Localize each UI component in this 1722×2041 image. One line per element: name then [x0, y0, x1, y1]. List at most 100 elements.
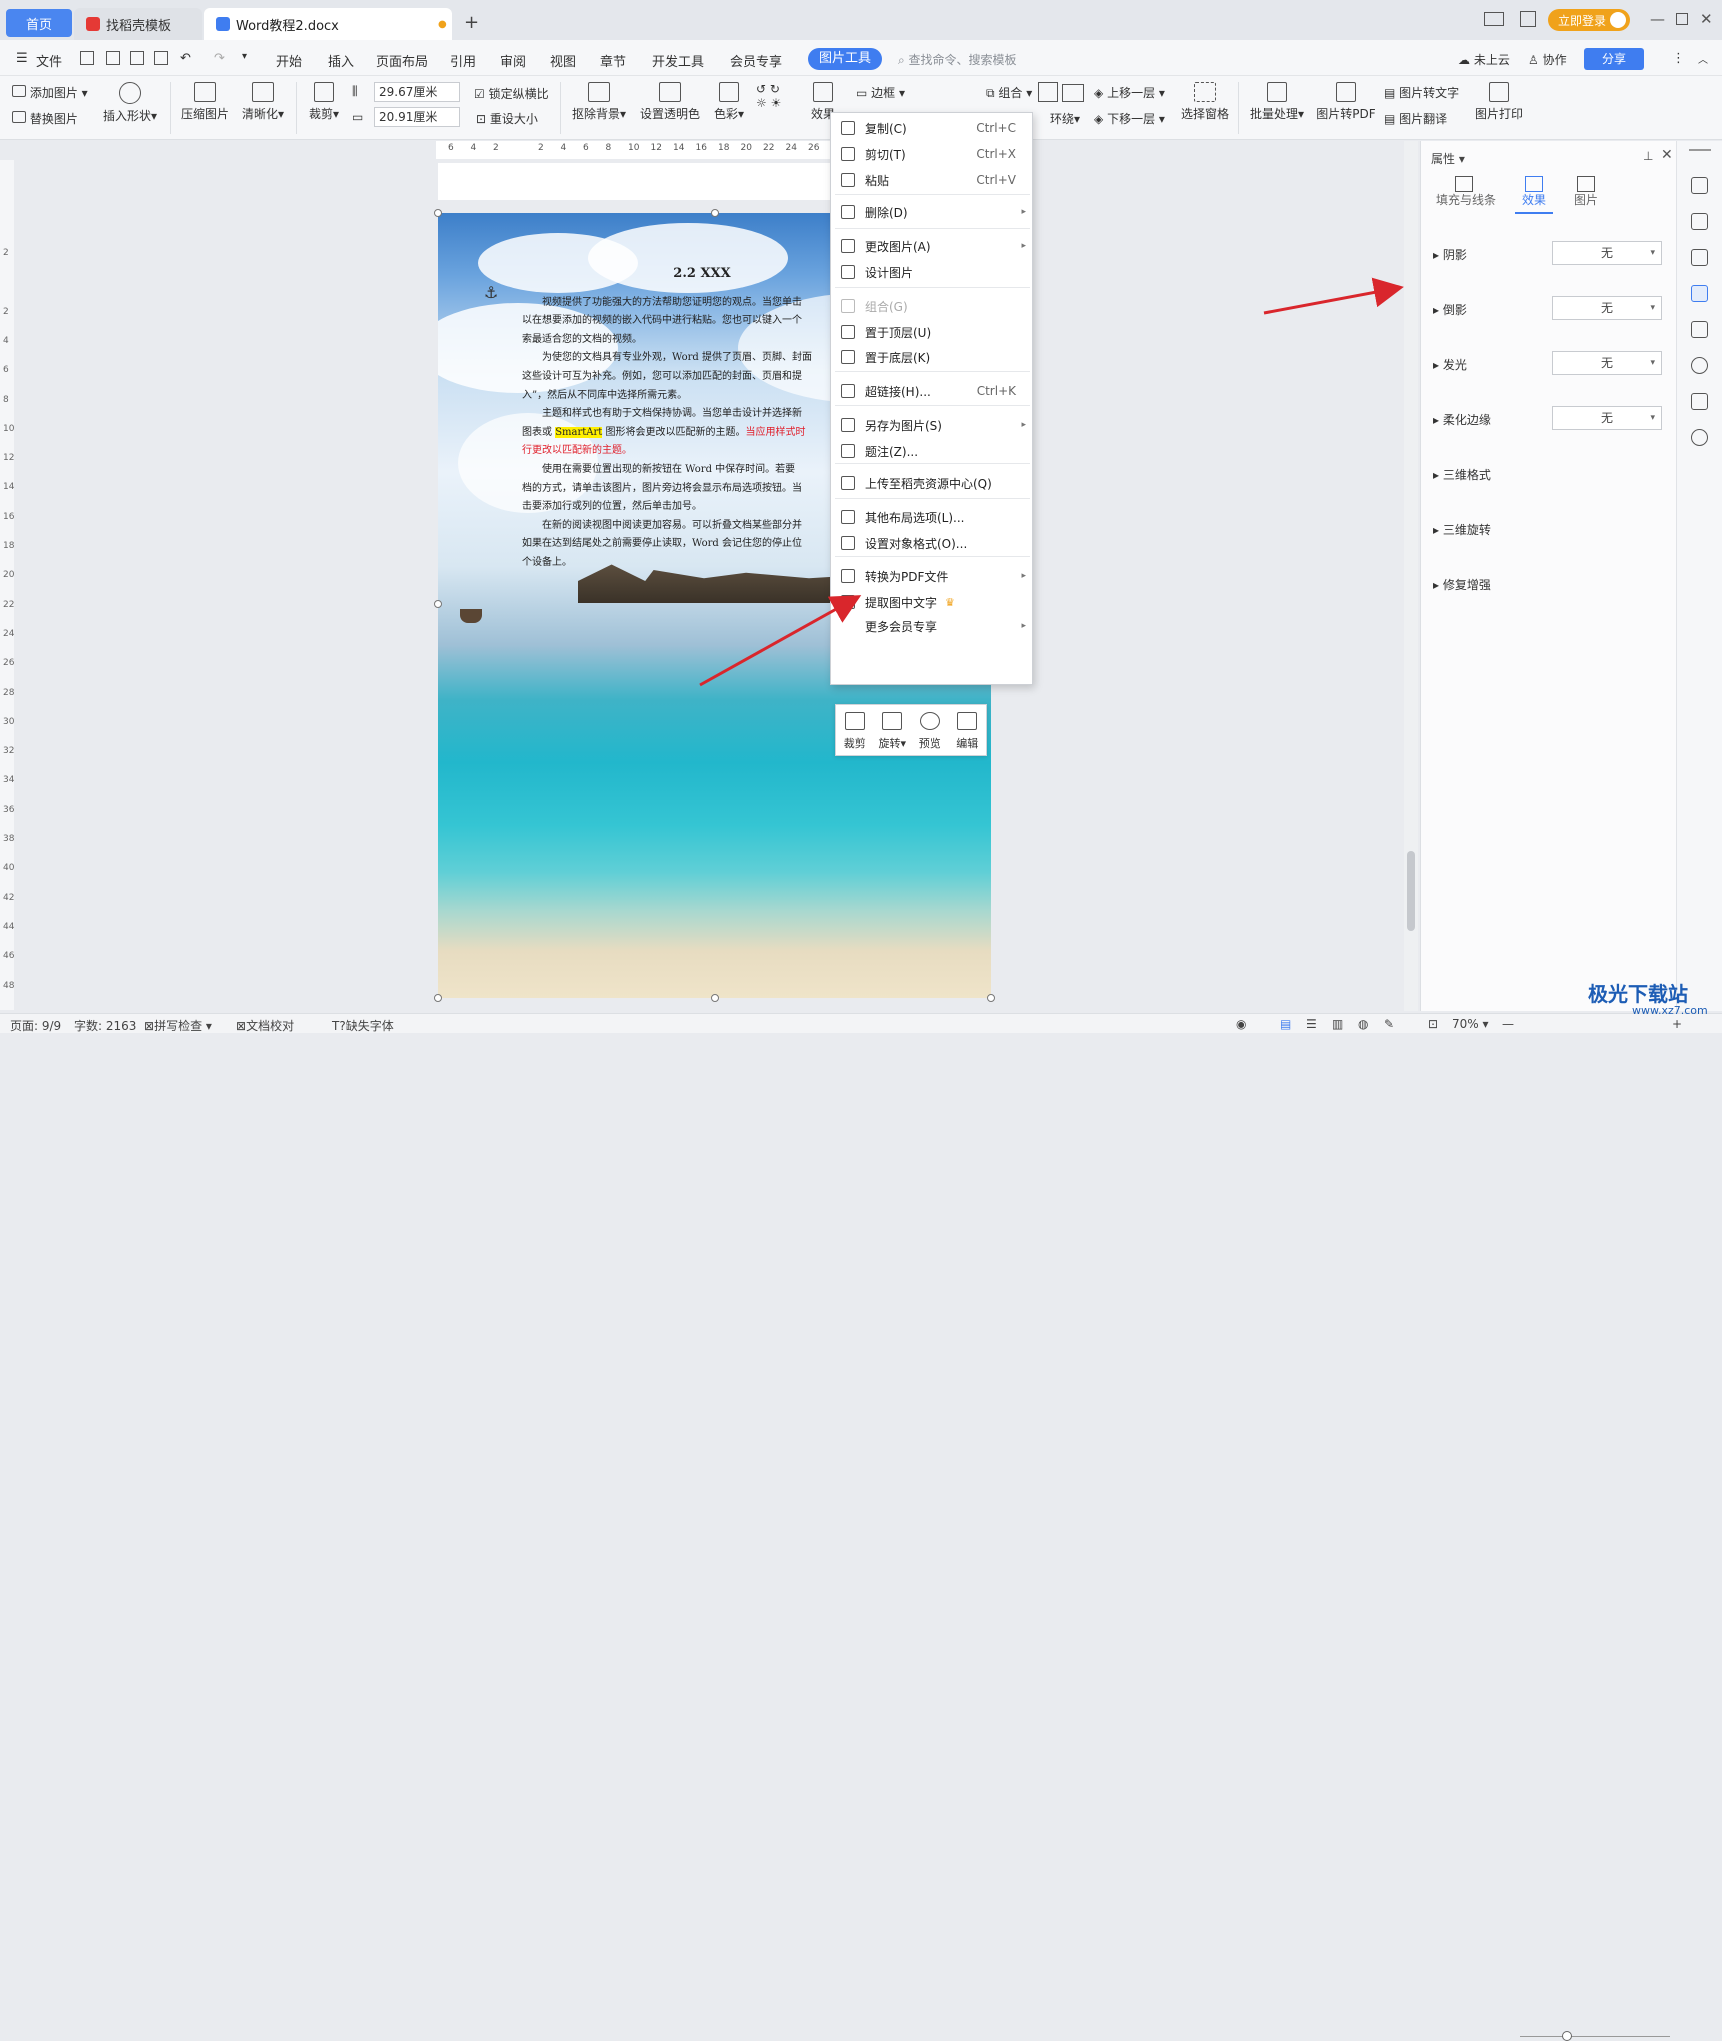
maximize-icon[interactable]	[1676, 13, 1688, 25]
picture-to-pdf-button[interactable]: 图片转PDF	[1316, 82, 1376, 122]
image-settings-icon[interactable]	[1691, 321, 1708, 338]
menu-start[interactable]: 开始	[276, 51, 302, 70]
rotate-icons[interactable]: ↺ ↻ ☼ ☀	[756, 82, 781, 110]
context-menu-item[interactable]: 设计图片	[831, 259, 1034, 285]
read-view-icon[interactable]: ▥	[1332, 1017, 1343, 1031]
rocket-icon[interactable]	[1691, 177, 1708, 194]
border-button[interactable]: ▭ 边框 ▾	[856, 84, 905, 101]
context-menu-item[interactable]: 组合(G)	[831, 293, 1034, 319]
mini-rotate-button[interactable]: 旋转▾	[874, 705, 912, 755]
zoom-out-icon[interactable]: —	[1502, 1017, 1514, 1031]
share-button[interactable]: 分享	[1584, 48, 1644, 70]
print-preview-icon[interactable]	[154, 51, 168, 65]
tab-home[interactable]: 首页	[6, 9, 72, 37]
replace-picture-button[interactable]: 替换图片	[12, 110, 78, 127]
property-row[interactable]: ▸ 发光	[1433, 356, 1467, 373]
zoom-slider[interactable]	[1520, 2036, 1670, 2037]
context-menu-item[interactable]: 上传至稻壳资源中心(Q)	[831, 470, 1034, 496]
print-icon[interactable]	[130, 51, 144, 65]
insert-shape-button[interactable]: 插入形状▾	[102, 82, 158, 124]
word-count[interactable]: 字数: 2163	[74, 1017, 136, 1034]
lock-ratio-checkbox[interactable]: ☑ 锁定纵横比	[474, 85, 549, 102]
mini-crop-button[interactable]: 裁剪	[836, 705, 874, 755]
collapse-ribbon-icon[interactable]: ︿	[1698, 51, 1708, 66]
collab-button[interactable]: ♙ 协作	[1528, 51, 1567, 68]
tab-effect[interactable]: 效果	[1515, 191, 1553, 214]
crop-button[interactable]: 裁剪▾	[306, 82, 342, 122]
height-input[interactable]: 29.67厘米	[374, 82, 460, 102]
zoom-in-icon[interactable]: +	[1672, 1017, 1682, 1031]
bring-forward-button[interactable]: ◈ 上移一层 ▾	[1094, 84, 1165, 101]
zoom-slider-thumb[interactable]	[1562, 2031, 1572, 2041]
apps-grid-icon[interactable]	[1520, 11, 1536, 27]
more-icon[interactable]: ⋮	[1672, 51, 1685, 66]
batch-button[interactable]: 批量处理▾	[1248, 82, 1306, 122]
tab-fill-line[interactable]: 填充与线条	[1433, 191, 1499, 208]
menu-file[interactable]: 文件	[36, 51, 62, 70]
properties-icon[interactable]	[1691, 285, 1708, 302]
save-icon[interactable]	[80, 51, 94, 65]
web-view-icon[interactable]: ◍	[1358, 1017, 1368, 1031]
property-row[interactable]: ▸ 阴影	[1433, 246, 1467, 263]
compress-button[interactable]: 压缩图片	[180, 82, 230, 122]
property-dropdown[interactable]: 无	[1552, 406, 1662, 430]
undo-icon[interactable]: ↶	[180, 51, 191, 66]
menu-references[interactable]: 引用	[450, 51, 476, 70]
add-picture-button[interactable]: 添加图片 ▾	[12, 84, 88, 101]
search-command[interactable]: ⌕ 查找命令、搜索模板	[898, 51, 1017, 68]
set-transparent-button[interactable]: 设置透明色	[640, 82, 700, 122]
menu-view[interactable]: 视图	[550, 51, 576, 70]
property-dropdown[interactable]: 无	[1552, 296, 1662, 320]
outline-view-icon[interactable]: ☰	[1306, 1017, 1317, 1031]
proofread-button[interactable]: ⊠文档校对	[236, 1017, 294, 1034]
fit-page-icon[interactable]: ⊡	[1428, 1017, 1438, 1031]
context-menu-item[interactable]: 另存为图片(S) ▸	[831, 412, 1034, 438]
export-icon[interactable]	[106, 51, 120, 65]
context-menu-item[interactable]: 题注(Z)...	[831, 438, 1034, 464]
context-menu-item[interactable]: 剪切(T) Ctrl+X	[831, 141, 1034, 167]
resize-handle[interactable]	[434, 994, 442, 1002]
picture-print-button[interactable]: 图片打印	[1474, 82, 1524, 122]
login-button[interactable]: 立即登录	[1548, 9, 1630, 31]
rotate-picture-icon[interactable]	[1038, 82, 1058, 102]
resize-handle[interactable]	[711, 209, 719, 217]
width-input[interactable]: 20.91厘米	[374, 107, 460, 127]
panel-close-icon[interactable]: ✕	[1661, 147, 1673, 163]
page-view-icon[interactable]: ▤	[1280, 1017, 1291, 1031]
resize-handle[interactable]	[987, 994, 995, 1002]
context-menu-item[interactable]: 其他布局选项(L)...	[831, 504, 1034, 530]
property-row[interactable]: ▸ 柔化边缘	[1433, 411, 1491, 428]
quick-access-dropdown-icon[interactable]: ▾	[242, 51, 247, 62]
remove-background-button[interactable]: 抠除背景▾	[570, 82, 628, 122]
property-row[interactable]: ▸ 修复增强	[1433, 576, 1491, 593]
context-menu-item[interactable]: 超链接(H)... Ctrl+K	[831, 378, 1034, 404]
send-backward-button[interactable]: ◈ 下移一层 ▾	[1094, 110, 1165, 127]
menu-member[interactable]: 会员专享	[730, 51, 782, 70]
eye-protection-icon[interactable]: ◉	[1236, 1017, 1246, 1031]
scrollbar-thumb[interactable]	[1407, 851, 1415, 931]
property-dropdown[interactable]: 无	[1552, 351, 1662, 375]
help-icon[interactable]	[1691, 429, 1708, 446]
menu-insert[interactable]: 插入	[328, 51, 354, 70]
context-menu-item[interactable]: 提取图中文字 ♛	[831, 589, 1034, 615]
menu-page-layout[interactable]: 页面布局	[376, 51, 428, 70]
property-dropdown[interactable]: 无	[1552, 241, 1662, 265]
pen-icon[interactable]	[1691, 213, 1708, 230]
cloud-status[interactable]: ☁ 未上云	[1458, 51, 1510, 68]
menu-review[interactable]: 审阅	[500, 51, 526, 70]
resize-handle[interactable]	[434, 600, 442, 608]
property-row[interactable]: ▸ 三维格式	[1433, 466, 1491, 483]
minimize-icon[interactable]: —	[1650, 10, 1665, 28]
context-menu-item[interactable]: 删除(D) ▸	[831, 199, 1034, 225]
property-row[interactable]: ▸ 三维旋转	[1433, 521, 1491, 538]
close-icon[interactable]: ✕	[1700, 10, 1713, 28]
reset-size-button[interactable]: ⊡ 重设大小	[476, 110, 538, 127]
resize-handle[interactable]	[711, 994, 719, 1002]
color-button[interactable]: 色彩▾	[712, 82, 746, 122]
cursor-icon[interactable]	[1691, 249, 1708, 266]
pin-icon[interactable]: ⊥	[1643, 149, 1653, 163]
tab-document[interactable]: Word教程2.docx ●	[204, 8, 452, 40]
write-view-icon[interactable]: ✎	[1384, 1017, 1394, 1031]
redo-icon[interactable]: ↷	[214, 51, 225, 66]
resize-handle[interactable]	[434, 209, 442, 217]
